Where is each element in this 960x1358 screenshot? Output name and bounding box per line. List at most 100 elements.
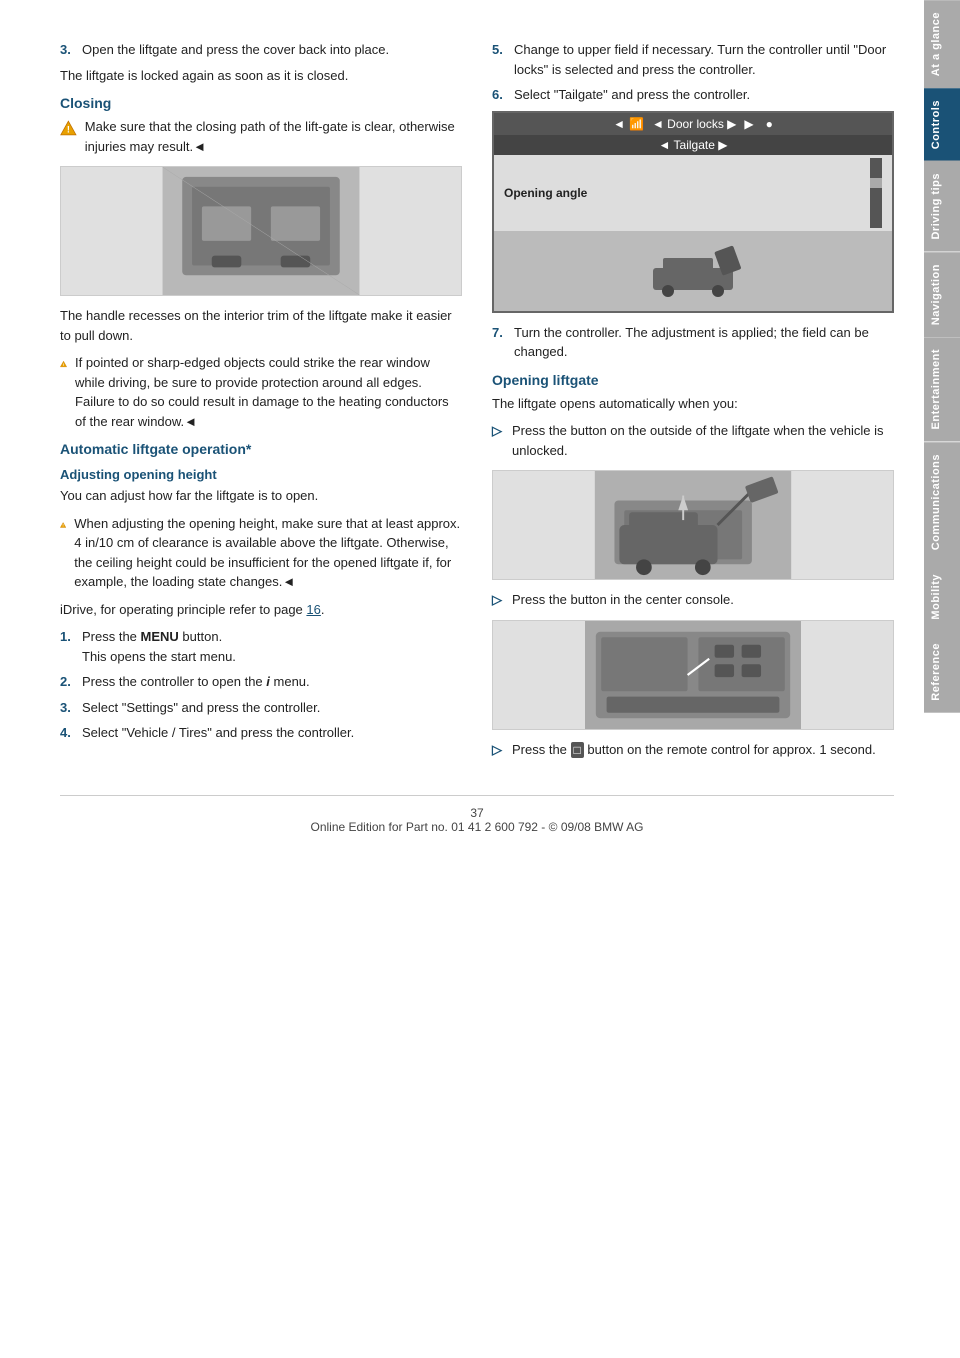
door-locks-label: ◄ Door locks ▶ — [652, 117, 736, 131]
right-column: 5. Change to upper field if necessary. T… — [492, 40, 894, 765]
step-6-text: Select "Tailgate" and press the controll… — [514, 85, 750, 105]
bullet-arrow-1: ▷ — [492, 421, 506, 460]
bullet-arrow-3: ▷ — [492, 740, 506, 760]
menu-step-2: 2. Press the controller to open the i me… — [60, 672, 462, 692]
opening-angle-label: Opening angle — [504, 186, 587, 200]
slider-bar — [870, 158, 882, 228]
car-silhouette-svg — [638, 243, 748, 298]
opening-liftgate-intro: The liftgate opens automatically when yo… — [492, 394, 894, 414]
tailgate-label: ◄ Tailgate ▶ — [659, 138, 728, 152]
car-silhouette-area — [494, 231, 892, 311]
sidebar-tab-controls-label: Controls — [930, 100, 942, 149]
closing-heading: Closing — [60, 95, 462, 111]
step-6: 6. Select "Tailgate" and press the contr… — [492, 85, 894, 105]
menu-step-3: 3. Select "Settings" and press the contr… — [60, 698, 462, 718]
liftgate-svg — [61, 167, 461, 295]
page-number: 37 — [470, 806, 483, 820]
closing-warning-block: ! Make sure that the closing path of the… — [60, 117, 462, 156]
menu-step-3-text: Select "Settings" and press the controll… — [82, 698, 320, 718]
menu-step-1: 1. Press the MENU button.This opens the … — [60, 627, 462, 666]
step-3-note: The liftgate is locked again as soon as … — [60, 66, 462, 86]
closing-warning-text: Make sure that the closing path of the l… — [85, 117, 462, 156]
adjust-intro: You can adjust how far the liftgate is t… — [60, 486, 462, 506]
console-svg — [493, 621, 893, 729]
adjust-warning-text: When adjusting the opening height, make … — [74, 514, 462, 592]
arrow-left-icon: ◄ — [613, 117, 625, 131]
sidebar-tab-at-glance[interactable]: At a glance — [924, 0, 960, 88]
sidebar-tab-controls[interactable]: Controls — [924, 88, 960, 161]
bullet-arrow-2: ▷ — [492, 590, 506, 610]
svg-text:!: ! — [63, 523, 64, 527]
sidebar-tab-reference-label: Reference — [930, 643, 942, 701]
sidebar-tab-driving[interactable]: Driving tips — [924, 161, 960, 252]
image-note: The handle recesses on the interior trim… — [60, 306, 462, 345]
bullet-1: ▷ Press the button on the outside of the… — [492, 421, 894, 460]
step-3-num: 3. — [60, 40, 76, 60]
adjust-heading: Adjusting opening height — [60, 467, 462, 482]
step-6-num: 6. — [492, 85, 508, 105]
menu-step-3-num: 3. — [60, 698, 76, 718]
main-content: 3. Open the liftgate and press the cover… — [0, 0, 924, 1358]
sidebar-tab-mobility-label: Mobility — [930, 574, 942, 620]
slider-thumb — [870, 178, 882, 188]
console-image — [492, 620, 894, 730]
auto-heading: Automatic liftgate operation* — [60, 441, 462, 457]
menu-step-2-text: Press the controller to open the i menu. — [82, 672, 310, 692]
bullet-3: ▷ Press the □ button on the remote contr… — [492, 740, 894, 760]
sidebar-tab-navigation[interactable]: Navigation — [924, 252, 960, 337]
opening-liftgate-heading: Opening liftgate — [492, 372, 894, 388]
left-column: 3. Open the liftgate and press the cover… — [60, 40, 462, 765]
door-locks-header-row: ◄ 📶 ◄ Door locks ▶ ▶ ● — [494, 113, 892, 135]
opening-liftgate-image — [492, 470, 894, 580]
menu-step-1-text: Press the MENU button.This opens the sta… — [82, 627, 236, 666]
svg-text:!: ! — [67, 125, 70, 135]
bullet-2: ▷ Press the button in the center console… — [492, 590, 894, 610]
svg-text:!: ! — [63, 363, 64, 367]
adjust-warning-block: ! When adjusting the opening height, mak… — [60, 514, 462, 592]
sidebar-tab-at-glance-label: At a glance — [930, 12, 942, 76]
sharp-warning-block: ! If pointed or sharp-edged objects coul… — [60, 353, 462, 431]
opening-liftgate-svg — [493, 471, 893, 579]
arrow-right-icon: ▶ — [744, 117, 753, 131]
step-5-num: 5. — [492, 40, 508, 79]
bullet-1-text: Press the button on the outside of the l… — [512, 421, 894, 460]
menu-step-1-num: 1. — [60, 627, 76, 666]
sidebar-tab-communications[interactable]: Communications — [924, 442, 960, 562]
right-sidebar: At a glance Controls Driving tips Naviga… — [924, 0, 960, 1358]
sidebar-tab-navigation-label: Navigation — [930, 264, 942, 325]
sidebar-tab-driving-label: Driving tips — [930, 173, 942, 240]
adjust-warning-icon: ! — [60, 514, 66, 536]
tailgate-row: ◄ Tailgate ▶ — [494, 135, 892, 155]
sidebar-tab-mobility[interactable]: Mobility — [924, 562, 960, 632]
warning-icon: ! — [60, 117, 77, 139]
sidebar-tab-entertainment[interactable]: Entertainment — [924, 337, 960, 441]
step-3-text: Open the liftgate and press the cover ba… — [82, 40, 389, 60]
footer-text: Online Edition for Part no. 01 41 2 600 … — [310, 820, 643, 834]
step-3: 3. Open the liftgate and press the cover… — [60, 40, 462, 60]
wifi-icon: 📶 — [629, 117, 644, 131]
sidebar-tab-communications-label: Communications — [930, 454, 942, 550]
sidebar-tab-entertainment-label: Entertainment — [930, 349, 942, 429]
step-5-text: Change to upper field if necessary. Turn… — [514, 40, 894, 79]
menu-step-4-num: 4. — [60, 723, 76, 743]
idrive-ref-text: iDrive, for operating principle refer to… — [60, 602, 303, 617]
opening-angle-row: Opening angle — [494, 155, 892, 231]
bullet-3-text: Press the □ button on the remote control… — [512, 740, 876, 760]
page-footer: 37 Online Edition for Part no. 01 41 2 6… — [60, 795, 894, 834]
step-7-text: Turn the controller. The adjustment is a… — [514, 323, 894, 362]
idrive-ref: iDrive, for operating principle refer to… — [60, 600, 462, 620]
door-locks-ui-box: ◄ 📶 ◄ Door locks ▶ ▶ ● ◄ Tailgate ▶ Open… — [492, 111, 894, 313]
idrive-page-link[interactable]: 16 — [306, 602, 320, 617]
menu-step-4: 4. Select "Vehicle / Tires" and press th… — [60, 723, 462, 743]
sharp-warning-icon: ! — [60, 353, 67, 375]
sidebar-tab-reference[interactable]: Reference — [924, 631, 960, 713]
sharp-warning-text: If pointed or sharp-edged objects could … — [75, 353, 462, 431]
bullet-2-text: Press the button in the center console. — [512, 590, 734, 610]
menu-step-2-num: 2. — [60, 672, 76, 692]
step-5: 5. Change to upper field if necessary. T… — [492, 40, 894, 79]
settings-dot-icon: ● — [766, 117, 773, 131]
liftgate-interior-image — [60, 166, 462, 296]
menu-step-4-text: Select "Vehicle / Tires" and press the c… — [82, 723, 354, 743]
step-7-num: 7. — [492, 323, 508, 362]
step-7: 7. Turn the controller. The adjustment i… — [492, 323, 894, 362]
